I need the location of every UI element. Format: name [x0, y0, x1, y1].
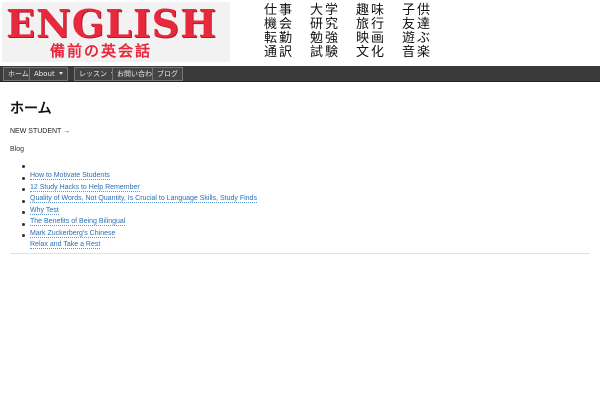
kanji-word: 遊ぶ	[402, 31, 433, 46]
kanji-word: 勉強	[310, 31, 341, 46]
page-title: ホーム	[10, 101, 52, 117]
list-item: Quality of Words, Not Quantity, Is Cruci…	[22, 185, 257, 203]
bullet-icon	[22, 188, 25, 191]
kanji-word: 文化	[356, 45, 387, 60]
blog-label: Blog	[10, 146, 25, 153]
kanji-word: 子供	[402, 3, 433, 18]
chevron-down-icon	[58, 72, 63, 75]
kanji-word: 仕事	[264, 3, 295, 18]
nav-item-label: ホーム	[8, 70, 29, 78]
list-item: 12 Study Hacks to Help Remember	[22, 174, 257, 192]
list-item: Mark Zuckerberg's Chinese	[22, 220, 257, 238]
nav-item-label: レッスン	[79, 70, 107, 78]
list-item: Relax and Take a Rest	[22, 231, 257, 249]
bullet-icon	[22, 222, 25, 226]
kanji-word: 試験	[310, 45, 341, 60]
kanji-word: 機会	[264, 17, 295, 32]
nav-item-label: About	[34, 70, 55, 78]
blog-post-list: How to Motivate Students 12 Study Hacks …	[22, 162, 257, 249]
kanji-word: 旅行	[356, 17, 387, 32]
main-navigation: ホーム About レッスン お問い合わせ ブログ	[0, 66, 600, 82]
bullet-icon	[22, 176, 25, 180]
nav-item-blog[interactable]: ブログ	[152, 67, 183, 81]
list-item: Why Test	[22, 197, 257, 215]
site-logo[interactable]: ENGLISH 備前の英会話	[2, 2, 230, 62]
nav-item-about[interactable]: About	[29, 67, 68, 81]
nav-item-label: ブログ	[157, 70, 178, 78]
blog-post-link[interactable]: Relax and Take a Rest	[30, 241, 101, 249]
kanji-word: 大学	[310, 3, 341, 18]
header-kanji-grid: 仕事 機会 転勤 通訳 大学 研究 勉強 試験 趣味 旅行 映画 文化 子供 友…	[264, 4, 440, 62]
new-student-link[interactable]: NEW STUDENT →	[10, 127, 70, 137]
list-item: How to Motivate Students	[22, 162, 257, 180]
bullet-icon	[22, 165, 25, 168]
kanji-word: 研究	[310, 17, 341, 32]
logo-title: ENGLISH	[6, 2, 217, 46]
kanji-word: 趣味	[356, 3, 387, 18]
kanji-word: 映画	[356, 31, 387, 46]
kanji-word: 友達	[402, 17, 433, 32]
logo-subtitle: 備前の英会話	[50, 42, 153, 60]
list-item: The Benefits of Being Bilingual	[22, 208, 257, 226]
content-divider	[10, 253, 590, 254]
kanji-word: 音楽	[402, 45, 433, 60]
bullet-icon	[22, 211, 25, 214]
kanji-word: 転勤	[264, 31, 295, 46]
site-header: ENGLISH 備前の英会話 仕事 機会 転勤 通訳 大学 研究 勉強 試験 趣…	[0, 0, 600, 66]
bullet-icon	[22, 234, 25, 237]
kanji-word: 通訳	[264, 45, 295, 60]
bullet-icon	[22, 199, 25, 203]
